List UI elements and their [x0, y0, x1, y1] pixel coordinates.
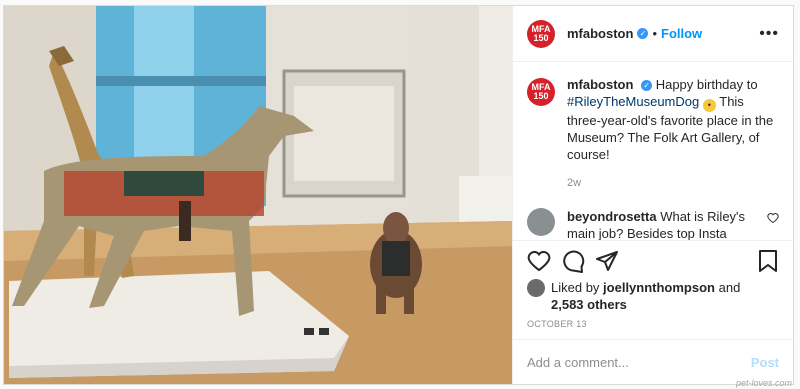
share-icon[interactable] — [595, 249, 619, 273]
instagram-post: MFA 150 mfaboston ✓ • Follow ••• MFA 150… — [3, 5, 794, 385]
verified-icon: ✓ — [641, 80, 653, 92]
caption-time[interactable]: 2w — [567, 175, 779, 192]
post-sidebar: MFA 150 mfaboston ✓ • Follow ••• MFA 150… — [512, 6, 793, 384]
liked-by-and: and — [718, 280, 741, 295]
caption-username[interactable]: mfaboston — [567, 77, 633, 92]
profile-avatar[interactable]: MFA 150 — [527, 19, 555, 48]
caption-text: mfaboston ✓ Happy birthday to #RileyTheM… — [567, 76, 779, 192]
likes-text: Liked by joellynnthompson and 2,583 othe… — [551, 279, 740, 313]
post-photo[interactable] — [4, 6, 512, 384]
post-header: MFA 150 mfaboston ✓ • Follow ••• — [513, 6, 793, 62]
comment-icon[interactable] — [561, 249, 585, 273]
comments-area[interactable]: MFA 150 mfaboston ✓ Happy birthday to #R… — [513, 62, 793, 240]
follow-button[interactable]: Follow — [661, 26, 702, 41]
caption-avatar[interactable]: MFA 150 — [527, 78, 555, 106]
header-username[interactable]: mfaboston — [567, 26, 633, 41]
post-button[interactable]: Post — [751, 355, 779, 370]
caption-hashtag[interactable]: #RileyTheMuseumDog — [567, 94, 699, 109]
caption-text-pre: Happy birthday to — [655, 77, 758, 92]
likes-summary: Liked by joellynnthompson and 2,583 othe… — [513, 273, 793, 313]
caption: MFA 150 mfaboston ✓ Happy birthday to #R… — [527, 76, 779, 192]
watermark: pet-loves.com — [735, 378, 792, 388]
separator-dot: • — [652, 26, 658, 41]
more-icon[interactable]: ••• — [759, 25, 779, 43]
avatar-text-bottom: 150 — [533, 91, 549, 101]
liked-by-prefix: Liked by — [551, 280, 600, 295]
liker-avatar[interactable] — [527, 279, 545, 297]
comment-like-icon[interactable] — [767, 212, 779, 224]
commenter-avatar[interactable] — [527, 208, 555, 236]
post-date[interactable]: OCTOBER 13 — [513, 313, 793, 339]
liked-by-user[interactable]: joellynnthompson — [603, 280, 715, 295]
bookmark-icon[interactable] — [757, 249, 779, 273]
museum-dog-photo — [4, 6, 512, 384]
comment-row: beyondrosetta What is Riley's main job? … — [527, 208, 779, 240]
action-bar — [513, 240, 793, 273]
dog-emoji-icon: • — [702, 99, 716, 112]
heart-icon[interactable] — [527, 249, 551, 273]
avatar-text-bottom: 150 — [533, 32, 549, 43]
verified-icon: ✓ — [637, 28, 649, 39]
comment-text: beyondrosetta What is Riley's main job? … — [567, 208, 759, 240]
others-count[interactable]: 2,583 others — [551, 297, 627, 312]
add-comment-input[interactable]: Add a comment... — [527, 355, 751, 370]
comment-username[interactable]: beyondrosetta — [567, 209, 657, 224]
